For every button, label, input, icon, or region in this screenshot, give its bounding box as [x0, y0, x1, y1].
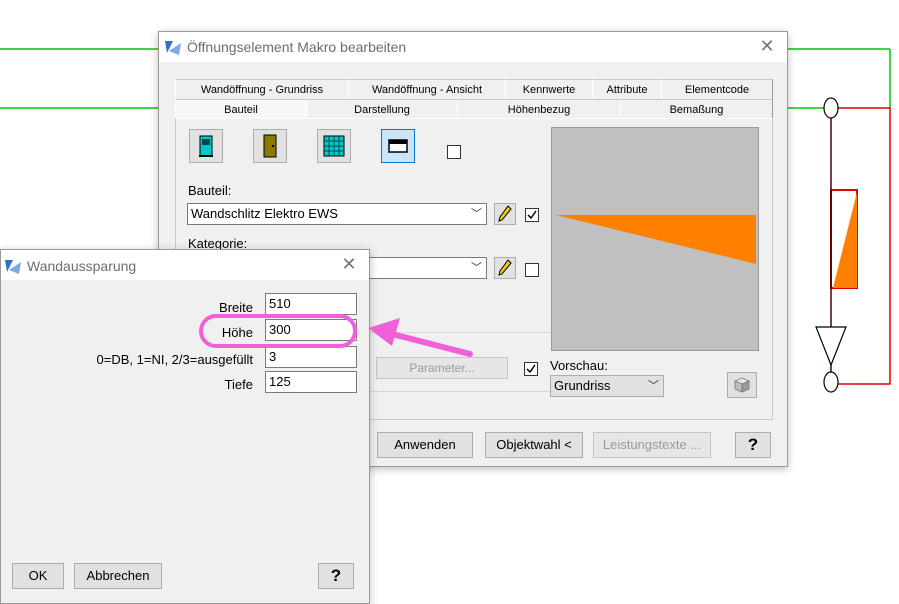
- help-button[interactable]: ?: [318, 563, 354, 589]
- grid-window-icon: [323, 135, 345, 157]
- macro-dialog-titlebar: Öffnungselement Makro bearbeiten ✕: [159, 32, 787, 62]
- leistungstexte-button[interactable]: Leistungstexte ...: [593, 432, 711, 458]
- tiefe-input[interactable]: 125: [265, 371, 357, 393]
- window-icon: [199, 135, 213, 157]
- preview-shape: [556, 215, 756, 264]
- vorschau-selected-value: Grundriss: [554, 378, 611, 393]
- breite-input[interactable]: 510: [265, 293, 357, 315]
- hoehe-label: Höhe: [221, 325, 253, 340]
- parameter-button[interactable]: Parameter...: [376, 357, 508, 379]
- tab-attribute[interactable]: Attribute: [592, 79, 662, 100]
- bauteil-selected-value: Wandschlitz Elektro EWS: [191, 206, 338, 221]
- tiefe-label: Tiefe: [224, 377, 253, 392]
- checkmark-icon: [527, 210, 537, 220]
- type-checkbox[interactable]: [447, 145, 461, 159]
- parameter-checkbox[interactable]: [524, 362, 538, 376]
- window-type-button[interactable]: [189, 129, 223, 163]
- bauteil-label: Bauteil:: [188, 183, 232, 198]
- chevron-down-icon: ﹀: [648, 380, 659, 392]
- tab-bauteil[interactable]: Bauteil: [175, 99, 307, 120]
- chevron-down-icon: ﹀: [471, 208, 482, 220]
- wall-recess-type-button[interactable]: [381, 129, 415, 163]
- wandaussparung-titlebar: Wandaussparung ✕: [1, 250, 369, 280]
- pencil-icon: [498, 259, 512, 276]
- preview-canvas: [551, 127, 759, 351]
- close-icon[interactable]: ✕: [339, 254, 359, 274]
- ok-button[interactable]: OK: [12, 563, 64, 589]
- chevron-down-icon: ﹀: [471, 262, 482, 274]
- grid-type-button[interactable]: [317, 129, 351, 163]
- objektwahl-button[interactable]: Objektwahl <: [485, 432, 583, 458]
- abbrechen-button[interactable]: Abbrechen: [74, 563, 162, 589]
- macro-dialog-title: Öffnungselement Makro bearbeiten: [187, 39, 407, 55]
- wandaussparung-title: Wandaussparung: [27, 258, 137, 274]
- door-type-button[interactable]: [253, 129, 287, 163]
- app-logo-icon: [165, 41, 181, 55]
- hoehe-input[interactable]: 300: [265, 319, 357, 341]
- tab-kennwerte[interactable]: Kennwerte: [505, 79, 593, 100]
- bauteil-select[interactable]: Wandschlitz Elektro EWS ﹀: [187, 203, 487, 225]
- tab-wandoeffnung-ansicht[interactable]: Wandöffnung - Ansicht: [348, 79, 506, 100]
- wandaussparung-dialog: Wandaussparung ✕ Breite 510 Höhe 300 0=D…: [0, 249, 370, 604]
- bauteil-checkbox[interactable]: [525, 208, 539, 222]
- fill-mode-label: 0=DB, 1=NI, 2/3=ausgefüllt: [96, 352, 253, 367]
- 3d-preview-button[interactable]: [727, 372, 757, 398]
- app-logo-icon: [5, 260, 21, 274]
- help-button[interactable]: ?: [735, 432, 771, 458]
- anwenden-button[interactable]: Anwenden: [377, 432, 473, 458]
- edit-bauteil-button[interactable]: [494, 203, 516, 225]
- door-icon: [263, 134, 277, 158]
- checkmark-icon: [526, 364, 536, 374]
- close-icon[interactable]: ✕: [757, 36, 777, 56]
- breite-label: Breite: [219, 300, 253, 315]
- wall-recess-icon: [388, 139, 408, 153]
- tab-hoehenbezug[interactable]: Höhenbezug: [457, 99, 621, 120]
- tab-bemassung[interactable]: Bemaßung: [620, 99, 773, 120]
- tab-wandoeffnung-grundriss[interactable]: Wandöffnung - Grundriss: [175, 79, 349, 100]
- cube-icon: [733, 377, 751, 393]
- edit-kategorie-button[interactable]: [494, 257, 516, 279]
- pencil-icon: [498, 205, 512, 222]
- fill-mode-input[interactable]: 3: [265, 346, 357, 368]
- vorschau-select[interactable]: Grundriss ﹀: [550, 375, 664, 397]
- tab-elementcode[interactable]: Elementcode: [661, 79, 773, 100]
- vorschau-label: Vorschau:: [550, 358, 608, 373]
- tab-darstellung[interactable]: Darstellung: [306, 99, 458, 120]
- kategorie-checkbox[interactable]: [525, 263, 539, 277]
- cad-opening-symbol: [815, 97, 891, 393]
